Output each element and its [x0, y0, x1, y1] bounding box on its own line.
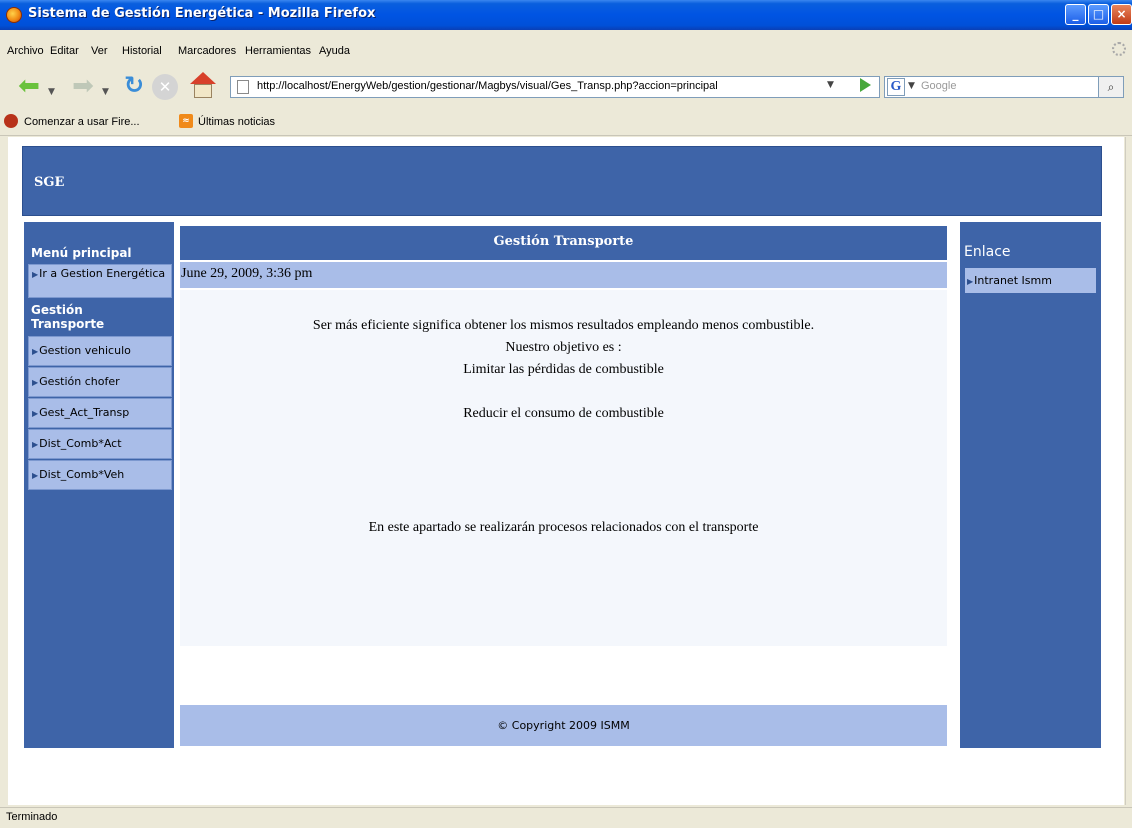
copyright-text: © Copyright 2009 ISMM — [497, 719, 630, 732]
body-text-objective: Nuestro objetivo es : — [505, 340, 622, 355]
sidebar-item-gest-act-transp[interactable]: ▶Gest_Act_Transp — [28, 398, 172, 428]
sidebar-item-dist-comb-act[interactable]: ▶Dist_Comb*Act — [28, 429, 172, 459]
menu-principal-heading: Menú principal — [31, 246, 132, 260]
menu-herramientas[interactable]: Herramientas — [245, 45, 311, 57]
menu-archivo[interactable]: Archivo — [7, 45, 44, 57]
maximize-button[interactable]: □ — [1088, 4, 1109, 25]
status-bar — [0, 807, 1132, 828]
search-bar[interactable]: G ▼ Google — [884, 76, 1124, 98]
minimize-button[interactable]: _ — [1065, 4, 1086, 25]
site-header — [22, 146, 1102, 216]
sidebar-item-dist-comb-veh[interactable]: ▶Dist_Comb*Veh — [28, 460, 172, 490]
enlace-heading: Enlace — [964, 244, 1011, 260]
menu-marcadores[interactable]: Marcadores — [178, 45, 236, 57]
gestion-transporte-heading: Gestión Transporte — [31, 303, 105, 331]
menu-editar[interactable]: Editar — [50, 45, 79, 57]
sidebar-item-label: Intranet Ismm — [974, 274, 1052, 287]
home-icon[interactable] — [188, 72, 218, 102]
stop-icon[interactable]: ✕ — [152, 74, 178, 100]
sidebar-item-label: Dist_Comb*Act — [39, 437, 122, 450]
back-arrow-icon[interactable]: ⬅ — [12, 73, 46, 100]
menu-bar: Archivo Editar Ver Historial Marcadores … — [0, 30, 1132, 62]
firefox-logo-icon — [6, 7, 22, 23]
arrow-icon: ▶ — [967, 277, 974, 286]
close-button[interactable]: × — [1111, 4, 1132, 25]
arrow-icon: ▶ — [32, 440, 39, 449]
sidebar-item-intranet-ismm[interactable]: ▶Intranet Ismm — [965, 268, 1096, 293]
menu-ver[interactable]: Ver — [91, 45, 108, 57]
body-text-efficiency: Ser más eficiente significa obtener los … — [312, 318, 815, 333]
sidebar-item-gestion-energetica[interactable]: ▶Ir a Gestion Energética — [28, 264, 172, 298]
sidebar-item-label: Dist_Comb*Veh — [39, 468, 125, 481]
content-edge — [1125, 137, 1126, 805]
arrow-icon: ▶ — [32, 270, 39, 279]
search-engine-icon[interactable]: G — [887, 78, 905, 96]
reload-icon[interactable]: ↻ — [120, 73, 148, 101]
arrow-icon: ▶ — [32, 347, 39, 356]
page-icon — [237, 80, 249, 94]
window-title: Sistema de Gestión Energética - Mozilla … — [28, 6, 376, 21]
arrow-icon: ▶ — [32, 409, 39, 418]
bookmark-latest-news[interactable]: Últimas noticias — [198, 116, 275, 128]
arrow-icon: ▶ — [32, 378, 39, 387]
page-title: Gestión Transporte — [493, 234, 634, 249]
body-text-section-info: En este apartado se realizarán procesos … — [368, 520, 759, 535]
sidebar-item-label: Ir a Gestion Energética — [39, 267, 166, 280]
status-text: Terminado — [6, 811, 58, 823]
date-text: June 29, 2009, 3:36 pm — [181, 266, 313, 281]
body-text-reduce-consumption: Reducir el consumo de combustible — [463, 406, 664, 421]
url-input[interactable]: http://localhost/EnergyWeb/gestion/gesti… — [257, 80, 718, 92]
menu-ayuda[interactable]: Ayuda — [319, 45, 350, 57]
site-title: SGE — [34, 175, 65, 190]
body-text-limit-losses: Limitar las pérdidas de combustible — [463, 362, 664, 377]
sidebar-item-label: Gest_Act_Transp — [39, 406, 130, 419]
go-arrow-icon[interactable] — [860, 78, 871, 92]
right-sidebar — [960, 222, 1101, 748]
arrow-icon: ▶ — [32, 471, 39, 480]
url-history-dropdown-icon[interactable]: ▼ — [827, 80, 834, 90]
forward-history-dropdown-icon[interactable]: ▼ — [102, 80, 109, 104]
sidebar-item-label: Gestión chofer — [39, 375, 120, 388]
back-history-dropdown-icon[interactable]: ▼ — [48, 80, 55, 104]
sidebar-item-gestion-chofer[interactable]: ▶Gestión chofer — [28, 367, 172, 397]
throbber-icon — [1112, 42, 1126, 56]
menu-historial[interactable]: Historial — [122, 45, 162, 57]
url-bar[interactable]: http://localhost/EnergyWeb/gestion/gesti… — [230, 76, 880, 98]
bookmarks-toolbar: Comenzar a usar Fire... Últimas noticias — [0, 110, 1132, 136]
search-magnifier-icon[interactable]: ⌕ — [1098, 76, 1124, 98]
forward-arrow-icon[interactable]: ➡ — [66, 73, 100, 100]
search-input[interactable]: Google — [921, 80, 956, 92]
browser-window: Sistema de Gestión Energética - Mozilla … — [0, 0, 1132, 828]
sidebar-item-gestion-vehiculo[interactable]: ▶Gestion vehiculo — [28, 336, 172, 366]
bookmark-getting-started[interactable]: Comenzar a usar Fire... — [24, 116, 140, 128]
sidebar-item-label: Gestion vehiculo — [39, 344, 131, 357]
search-engine-dropdown-icon[interactable]: ▼ — [908, 81, 915, 91]
firefox-bookmark-icon — [4, 114, 18, 128]
rss-feed-icon: ≈ — [179, 114, 193, 128]
